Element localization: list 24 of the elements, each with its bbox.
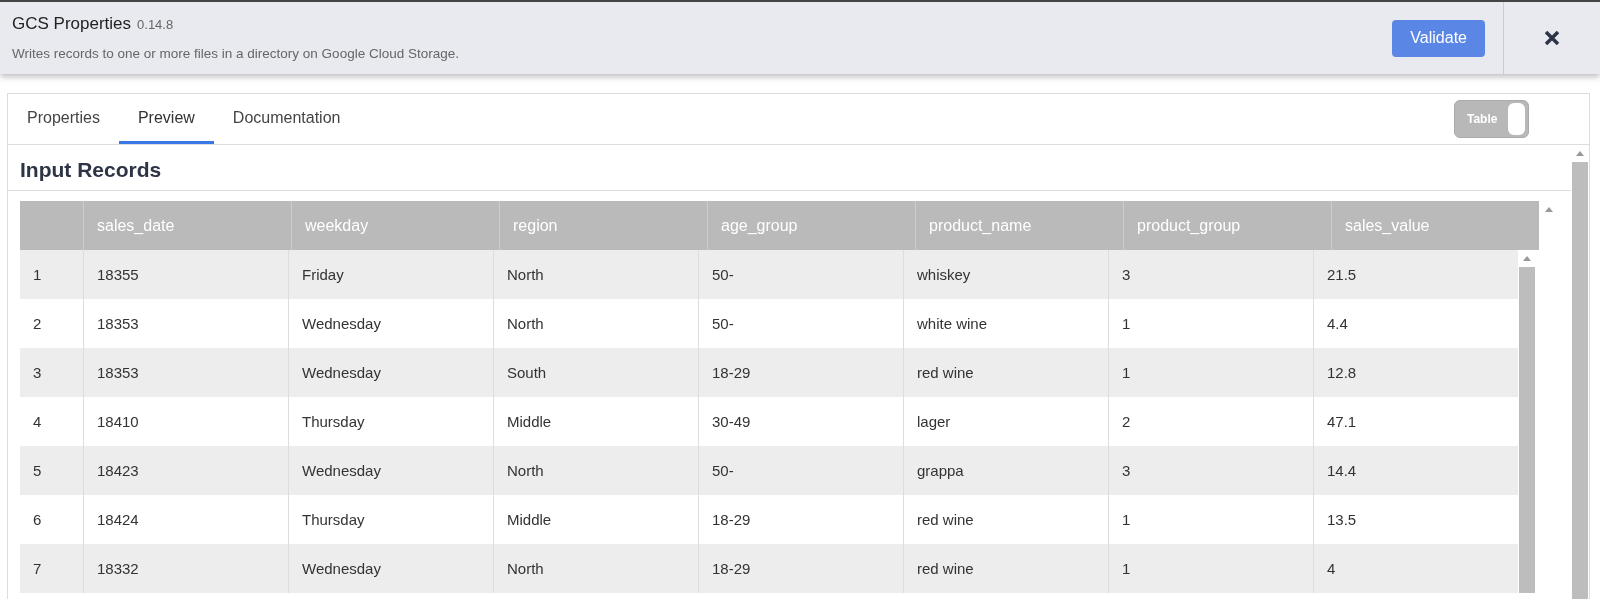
table-cell: 4 xyxy=(1313,544,1518,593)
table-cell-text: 7 xyxy=(32,559,43,579)
validate-button[interactable]: Validate xyxy=(1392,19,1485,57)
tab[interactable]: Documentation xyxy=(213,94,360,144)
section-title: Input Records xyxy=(8,145,1571,191)
table-cell: 18-29 xyxy=(698,544,903,593)
table-cell-text: 4 xyxy=(32,412,43,432)
table-cell: red wine xyxy=(903,544,1108,593)
table-cell: North xyxy=(493,544,698,593)
table-cell-text: 6 xyxy=(32,510,43,530)
table-cell: 18332 xyxy=(83,544,288,593)
tab[interactable]: Preview xyxy=(118,94,214,144)
tab[interactable]: Properties xyxy=(8,94,119,144)
table-cell-text: 5 xyxy=(32,461,43,481)
table-cell-text: 1 xyxy=(32,265,43,285)
table-cell: Wednesday xyxy=(288,544,493,593)
plugin-description: Writes records to one or more files in a directory on Google Cloud Storage. xyxy=(12,46,460,61)
table-cell-text: 2 xyxy=(32,314,43,334)
table-cell-text: 3 xyxy=(32,363,43,383)
view-toggle[interactable]: Table xyxy=(1454,100,1529,138)
version-label: 0.14.8 xyxy=(137,17,174,32)
table-cell: 1 xyxy=(1108,544,1313,593)
close-icon xyxy=(1544,30,1560,46)
panel-title: GCS Properties xyxy=(12,14,132,34)
